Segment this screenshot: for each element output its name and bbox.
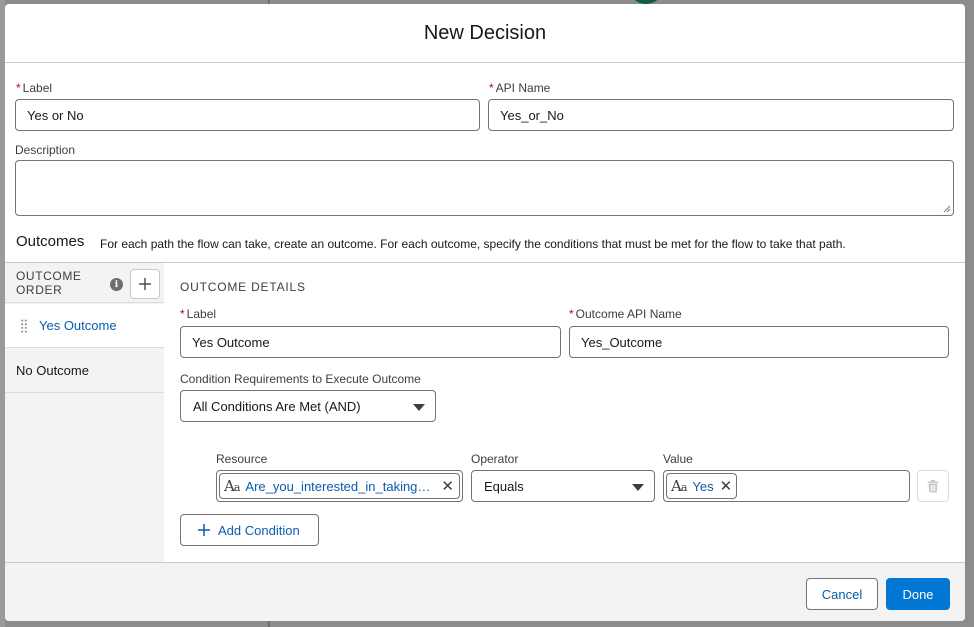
operator-label: Operator — [471, 452, 519, 466]
text-resource-icon: Aa — [671, 477, 687, 495]
add-outcome-button[interactable] — [130, 269, 160, 299]
api-name-input[interactable]: Yes_or_No — [488, 99, 954, 131]
required-asterisk: * — [180, 307, 185, 321]
chevron-down-icon — [632, 484, 644, 491]
value-field[interactable]: Aa Yes ✕ — [663, 470, 910, 502]
close-icon[interactable]: ✕ — [720, 477, 733, 495]
outcome-editor: OUTCOME ORDER i Yes Outcome No Outcome O… — [5, 262, 965, 563]
outcome-label-text: Label — [186, 307, 217, 321]
api-name-field-text: API Name — [495, 81, 551, 95]
outcome-label-label: * Label — [180, 307, 216, 321]
outcome-api-name-text: Outcome API Name — [575, 307, 682, 321]
new-decision-modal: New Decision * Label Yes or No * API Name … — [5, 4, 965, 621]
chevron-down-icon — [413, 404, 425, 411]
modal-title: New Decision — [423, 21, 547, 44]
outcome-details-panel: OUTCOME DETAILS * Label Yes Outcome * Outc… — [164, 263, 965, 563]
resource-pill[interactable]: Aa Are_you_interested_in_taking_a... ✕ — [219, 473, 460, 499]
resource-label: Resource — [216, 452, 268, 466]
outcome-order-header: OUTCOME ORDER i — [5, 263, 164, 303]
delete-condition-button[interactable] — [917, 470, 949, 502]
outcome-item-label: Yes Outcome — [39, 318, 117, 333]
outcomes-title: Outcomes — [16, 233, 85, 250]
label-input[interactable]: Yes or No — [15, 99, 480, 131]
api-name-field-label: * API Name — [489, 81, 550, 95]
add-condition-label: Add Condition — [218, 522, 300, 538]
info-icon[interactable]: i — [110, 278, 123, 291]
condition-requirements-select[interactable]: All Conditions Are Met (AND) — [180, 390, 436, 422]
label-field-label: * Label — [16, 81, 52, 95]
outcome-item-no[interactable]: No Outcome — [5, 349, 164, 393]
outcomes-help-text: For each path the flow can take, create … — [100, 237, 846, 251]
resource-pill-text: Are_you_interested_in_taking_a... — [245, 478, 434, 494]
condition-requirements-label: Condition Requirements to Execute Outcom… — [180, 372, 421, 386]
modal-header: New Decision — [5, 4, 965, 63]
outcome-api-name-label: * Outcome API Name — [569, 307, 682, 321]
done-button[interactable]: Done — [886, 578, 950, 610]
required-asterisk: * — [489, 81, 494, 95]
value-pill-text: Yes — [692, 478, 714, 494]
add-icon — [139, 278, 151, 290]
label-field-text: Label — [22, 81, 53, 95]
outcome-item-label: No Outcome — [16, 363, 89, 378]
add-condition-button[interactable]: Add Condition — [180, 514, 319, 546]
value-pill[interactable]: Aa Yes ✕ — [666, 473, 738, 499]
outcome-item-yes[interactable]: Yes Outcome — [5, 304, 164, 348]
operator-value: Equals — [484, 478, 524, 494]
outcome-label-input[interactable]: Yes Outcome — [180, 326, 561, 358]
close-icon[interactable]: ✕ — [441, 477, 454, 495]
outcome-api-name-input[interactable]: Yes_Outcome — [569, 326, 949, 358]
cancel-button[interactable]: Cancel — [806, 578, 878, 610]
modal-footer: Cancel Done — [5, 562, 965, 621]
required-asterisk: * — [16, 81, 21, 95]
resize-grip-icon[interactable] — [943, 205, 951, 213]
add-icon — [198, 524, 210, 536]
drag-handle-icon[interactable] — [21, 319, 27, 333]
description-textarea[interactable] — [15, 160, 954, 216]
resource-field[interactable]: Aa Are_you_interested_in_taking_a... ✕ — [216, 470, 463, 502]
trash-icon — [927, 479, 939, 492]
value-label: Value — [663, 452, 693, 466]
outcome-details-title: OUTCOME DETAILS — [180, 280, 306, 294]
required-asterisk: * — [569, 307, 574, 321]
text-resource-icon: Aa — [224, 477, 240, 495]
condition-requirements-value: All Conditions Are Met (AND) — [193, 398, 361, 414]
description-label: Description — [15, 143, 76, 157]
operator-select[interactable]: Equals — [471, 470, 655, 502]
outcome-order-label: OUTCOME ORDER — [16, 269, 82, 297]
outcome-order-panel: OUTCOME ORDER i Yes Outcome No Outcome — [5, 263, 164, 563]
